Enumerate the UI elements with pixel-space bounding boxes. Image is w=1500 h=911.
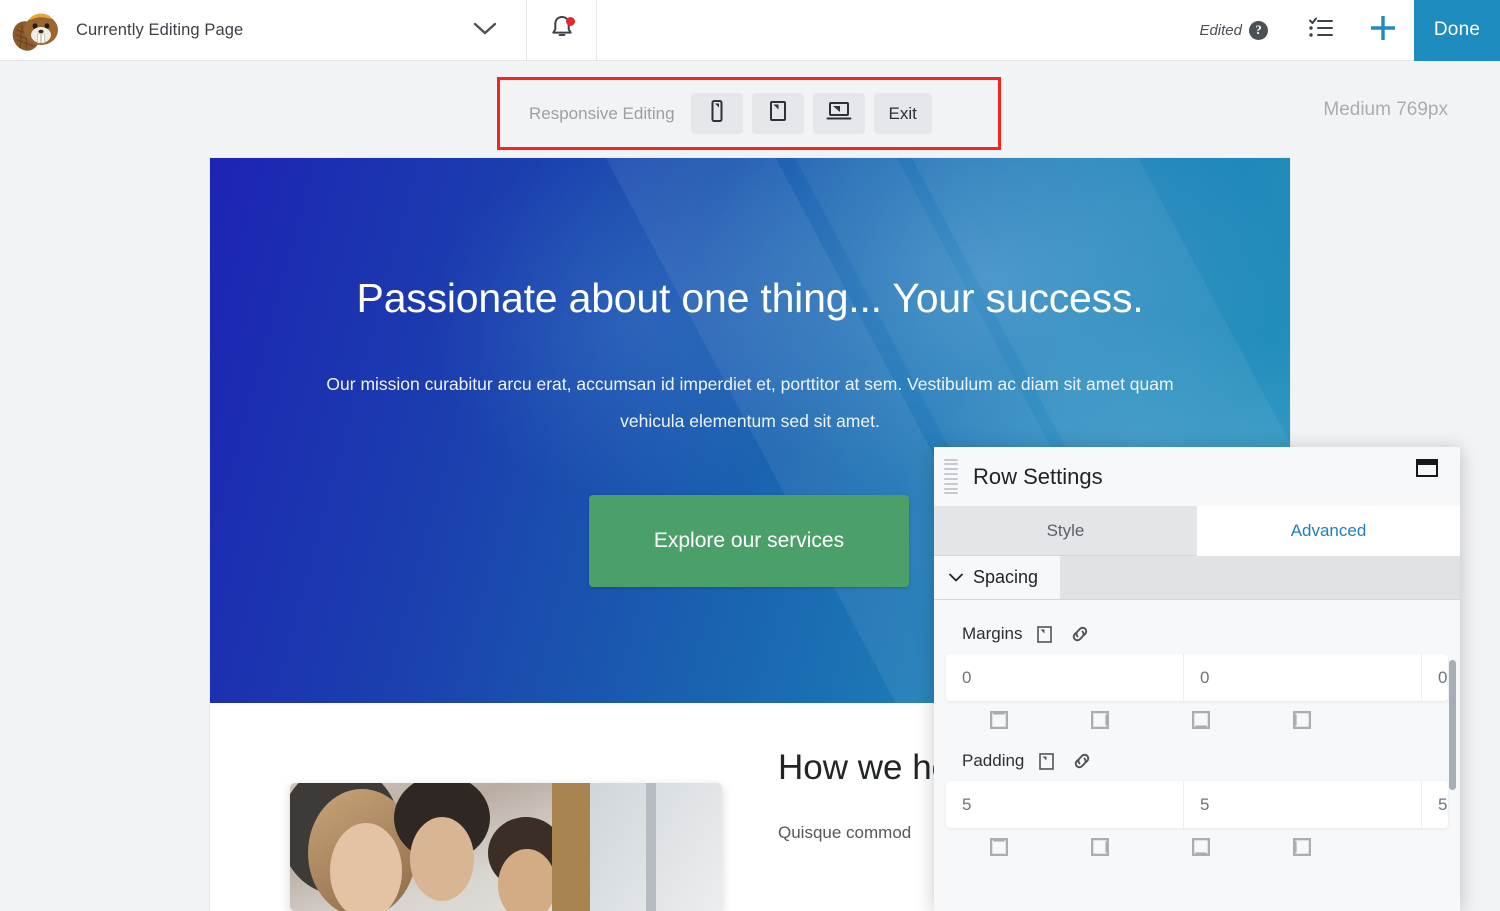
panel-scrollbar[interactable] [1449,660,1456,911]
edited-status-label: Edited [1199,21,1242,39]
margins-field-group: Margins 0 0 0 [934,600,1460,729]
tablet-icon [767,99,789,128]
content-paragraph: Quisque commod [778,823,912,842]
panel-window-mode-icon[interactable] [1416,459,1438,477]
margin-top-input[interactable] [946,654,1184,701]
padding-label: Padding [962,751,1025,770]
hero-heading: Passionate about one thing... Your succe… [356,275,1144,321]
topbar-right-group: Edited ? Done [1199,0,1500,61]
page-dropdown-toggle[interactable] [472,20,526,41]
outline-list-icon [1307,16,1335,45]
responsive-editing-bar: Responsive Editing Exit [500,80,998,147]
spacing-section-toggle[interactable]: Spacing [934,556,1061,599]
laptop-desktop-icon [826,99,852,128]
margins-markers-row [946,711,1448,729]
office-team-photo [290,783,722,911]
tab-advanced[interactable]: Advanced [1197,506,1460,556]
notification-badge-dot [566,16,575,26]
beaver-builder-logo-icon[interactable] [8,2,64,58]
spacing-section-strip: Spacing [934,556,1460,600]
mobile-phone-icon [707,99,727,128]
responsive-device-icon[interactable] [1038,752,1055,771]
add-content-button[interactable] [1352,0,1414,61]
notifications-button[interactable] [527,0,597,61]
responsive-device-desktop-button[interactable] [812,93,865,134]
breakpoint-label: Medium 769px [1323,99,1448,120]
padding-markers-row [946,838,1448,856]
padding-bottom-input[interactable] [1422,781,1448,828]
top-toolbar: Currently Editing Page Edited ? Done [0,0,1500,61]
row-settings-panel[interactable]: Row Settings Style Advanced Spacing Marg… [934,447,1460,911]
responsive-editing-label: Responsive Editing [529,103,675,123]
content-heading: How we he [778,748,952,787]
margin-right-marker [1049,711,1150,729]
panel-tabs: Style Advanced [934,506,1460,556]
margins-label: Margins [962,624,1023,643]
spacing-section-label: Spacing [973,566,1039,587]
panel-scrollbar-thumb[interactable] [1449,660,1456,790]
edited-status: Edited ? [1199,20,1268,40]
hero-paragraph: Our mission curabitur arcu erat, accumsa… [326,374,1174,431]
margin-bottom-marker [1150,711,1251,729]
padding-right-input[interactable] [1184,781,1422,828]
drag-handle-icon[interactable] [944,458,958,495]
responsive-device-icon[interactable] [1036,625,1053,644]
markers-unit-spacer [1352,711,1448,729]
margins-inputs-row: px [946,654,1448,701]
help-icon[interactable]: ? [1249,20,1268,40]
padding-right-marker [1049,838,1150,856]
responsive-device-tablet-button[interactable] [751,93,804,134]
app-root: Currently Editing Page Edited ? Done Res… [0,0,1500,911]
panel-body: Spacing Margins 0 0 0 Padding 5 5 5 [934,556,1460,911]
padding-bottom-marker [1150,838,1251,856]
margin-top-marker [948,711,1049,729]
plus-add-icon [1368,13,1398,48]
chevron-down-icon [472,20,498,41]
padding-field-group: Padding 5 5 5 [934,729,1460,856]
page-title: Currently Editing Page [76,20,244,39]
outline-panel-button[interactable] [1290,0,1352,61]
done-button[interactable]: Done [1414,0,1500,61]
margins-label-row: Margins [946,624,1448,644]
markers-unit-spacer [1352,838,1448,856]
padding-left-marker [1251,838,1352,856]
padding-top-marker [948,838,1049,856]
responsive-device-mobile-button[interactable] [690,93,743,134]
chevron-down-icon [948,572,964,583]
topbar-left-group[interactable]: Currently Editing Page [0,0,527,61]
padding-inputs-row: % [946,781,1448,828]
margin-bottom-input[interactable] [1422,654,1448,701]
link-chain-icon[interactable] [1069,624,1091,644]
link-chain-icon[interactable] [1071,751,1093,771]
tab-style[interactable]: Style [934,506,1197,556]
margin-left-marker [1251,711,1352,729]
panel-header[interactable]: Row Settings [934,447,1460,506]
padding-top-input[interactable] [946,781,1184,828]
panel-title: Row Settings [973,463,1103,489]
hero-cta-button[interactable]: Explore our services [589,495,909,587]
margin-right-input[interactable] [1184,654,1422,701]
padding-label-row: Padding [946,751,1448,771]
responsive-exit-button[interactable]: Exit [873,93,932,134]
